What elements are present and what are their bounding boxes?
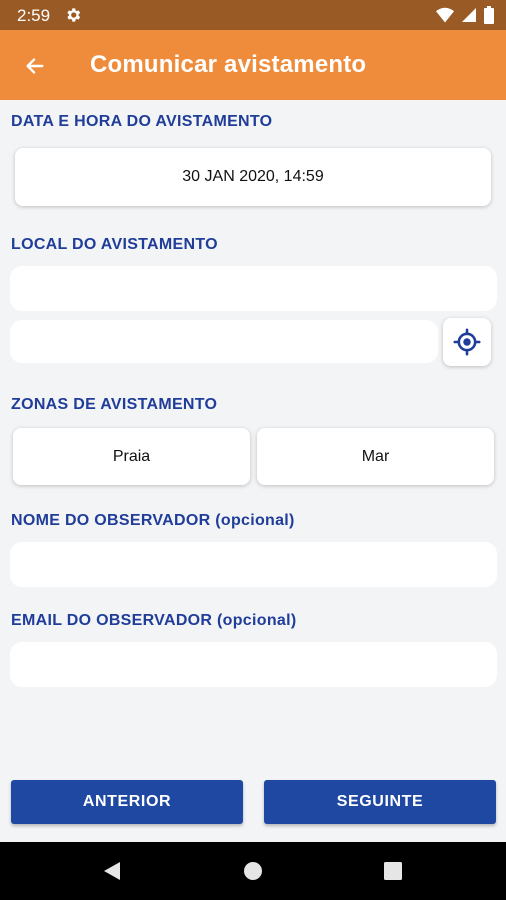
- status-icons: [436, 6, 494, 24]
- triangle-back-icon: [104, 862, 120, 880]
- crosshair-icon: [453, 328, 481, 356]
- page-title: Comunicar avistamento: [90, 51, 367, 78]
- zones-label: ZONAS DE AVISTAMENTO: [11, 396, 218, 413]
- datetime-picker[interactable]: 30 JAN 2020, 14:59: [15, 148, 491, 206]
- location-field-2[interactable]: [10, 320, 438, 363]
- nav-home-button[interactable]: [241, 859, 265, 883]
- zone-option-label: Praia: [112, 447, 151, 465]
- wifi-icon: [436, 7, 454, 23]
- nav-recents-button[interactable]: [381, 859, 405, 883]
- datetime-label: DATA E HORA DO AVISTAMENTO: [11, 113, 273, 130]
- location-label: LOCAL DO AVISTAMENTO: [11, 236, 218, 253]
- observer-email-field[interactable]: [10, 642, 497, 687]
- datetime-value: 30 JAN 2020, 14:59: [182, 168, 324, 185]
- square-recents-icon: [384, 862, 402, 880]
- previous-button[interactable]: ANTERIOR: [11, 780, 243, 824]
- status-bar: 2:59: [0, 0, 506, 30]
- zone-option-praia[interactable]: Praia: [13, 428, 250, 485]
- gear-icon: [67, 8, 81, 22]
- zone-option-label: Mar: [361, 447, 390, 465]
- next-button[interactable]: SEGUINTE: [264, 780, 496, 824]
- observer-name-field[interactable]: [10, 542, 497, 587]
- locate-button[interactable]: [443, 318, 491, 366]
- arrow-left-icon: [26, 58, 44, 74]
- app-bar: Comunicar avistamento: [0, 30, 506, 100]
- nav-back-button[interactable]: [100, 859, 124, 883]
- observer-name-label: NOME DO OBSERVADOR (opcional): [11, 512, 295, 529]
- navigation-bar: [0, 842, 506, 900]
- battery-icon: [484, 6, 494, 24]
- circle-home-icon: [244, 862, 262, 880]
- back-button[interactable]: [18, 49, 52, 83]
- status-time: 2:59: [17, 6, 51, 25]
- zone-option-mar[interactable]: Mar: [257, 428, 494, 485]
- signal-icon: [462, 8, 476, 22]
- location-field-1[interactable]: [10, 266, 497, 311]
- observer-email-label: EMAIL DO OBSERVADOR (opcional): [11, 612, 297, 629]
